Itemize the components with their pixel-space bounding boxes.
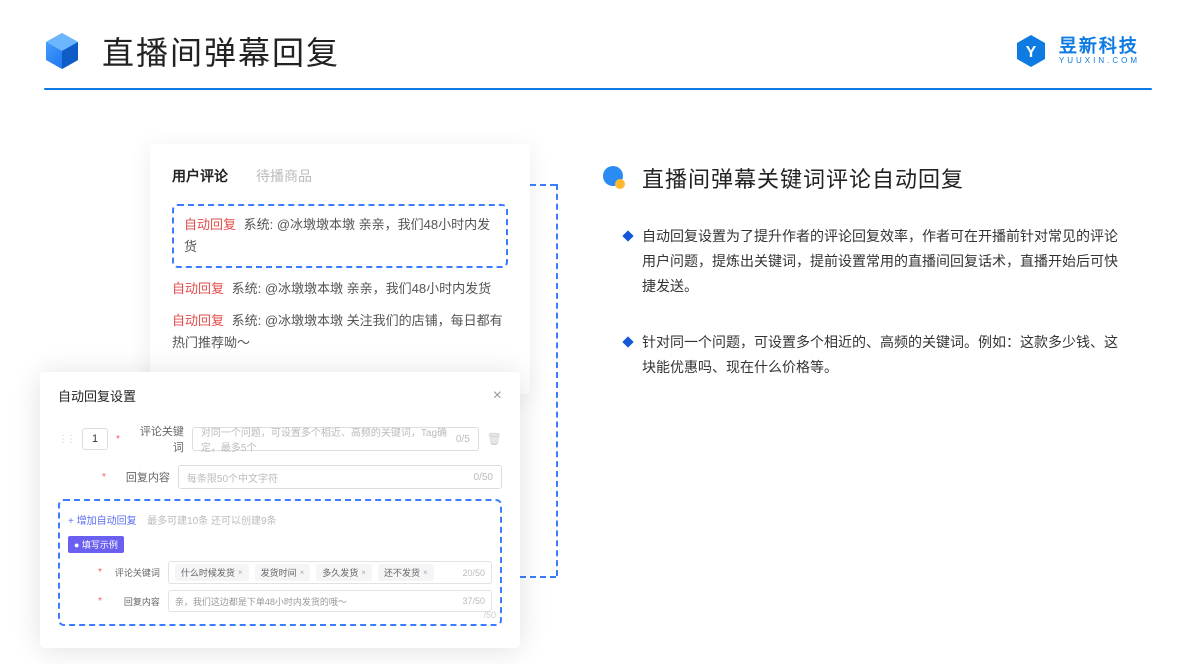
ex-content-text: 亲，我们这边都是下单48小时内发货的哦～ — [175, 595, 347, 608]
comment-row: 自动回复 系统: @冰墩墩本墩 亲亲，我们48小时内发货 — [172, 278, 508, 300]
ex-content-input[interactable]: 亲，我们这边都是下单48小时内发货的哦～ 37/50 — [168, 590, 492, 612]
delete-icon[interactable]: 🗑 — [487, 432, 502, 446]
connector-line — [556, 184, 558, 576]
comment-row: 自动回复 系统: @冰墩墩本墩 亲亲，我们48小时内发货 — [184, 214, 496, 258]
tabs: 用户评论 待播商品 — [172, 166, 508, 186]
tag[interactable]: 多久发货× — [316, 564, 372, 581]
index-box: 1 — [82, 428, 108, 450]
tag-remove-icon: × — [423, 568, 428, 577]
section-head: 直播间弹幕关键词评论自动回复 — [600, 162, 1120, 194]
section-title: 直播间弹幕关键词评论自动回复 — [642, 162, 964, 194]
example-keyword-row: * 评论关键词 什么时候发货× 发货时间× 多久发货× 还不发货× 20/50 — [68, 561, 492, 584]
close-icon[interactable]: × — [493, 387, 502, 405]
brand-text: 昱新科技 YUUXIN.COM — [1059, 37, 1140, 65]
bullet-list: 自动回复设置为了提升作者的评论回复效率，作者可在开播前针对常见的评论用户问题，提… — [624, 224, 1120, 380]
bullet-point: 自动回复设置为了提升作者的评论回复效率，作者可在开播前针对常见的评论用户问题，提… — [624, 224, 1120, 300]
connector-line — [530, 184, 556, 186]
right-panel: 直播间弹幕关键词评论自动回复 自动回复设置为了提升作者的评论回复效率，作者可在开… — [600, 144, 1120, 410]
placeholder-text: 每条限50个中文字符 — [187, 470, 278, 485]
header-left: 直播间弹幕回复 — [40, 28, 340, 74]
diamond-icon — [622, 230, 633, 241]
point-text: 自动回复设置为了提升作者的评论回复效率，作者可在开播前针对常见的评论用户问题，提… — [642, 224, 1120, 300]
comment-row: 自动回复 系统: @冰墩墩本墩 关注我们的店铺，每日都有热门推荐呦～ — [172, 310, 508, 354]
add-row: + 增加自动回复 最多可建10条 还可以创建9条 — [68, 511, 492, 535]
comments-card: 用户评论 待播商品 自动回复 系统: @冰墩墩本墩 亲亲，我们48小时内发货 自… — [150, 144, 530, 394]
tag-remove-icon: × — [300, 568, 305, 577]
required-icon: * — [116, 434, 120, 445]
left-panel: 用户评论 待播商品 自动回复 系统: @冰墩墩本墩 亲亲，我们48小时内发货 自… — [40, 144, 530, 410]
brand: Y 昱新科技 YUUXIN.COM — [1013, 33, 1140, 69]
ex-content-label: 回复内容 — [112, 595, 160, 608]
tab-user-comments[interactable]: 用户评论 — [172, 166, 228, 186]
cube-icon — [40, 29, 84, 73]
keyword-label: 评论关键词 — [130, 423, 184, 455]
example-badge: ● 填写示例 — [68, 536, 124, 553]
ex-keyword-input[interactable]: 什么时候发货× 发货时间× 多久发货× 还不发货× 20/50 — [168, 561, 492, 584]
header-divider — [44, 88, 1152, 90]
auto-reply-badge: 自动回复 — [172, 281, 224, 296]
auto-reply-badge: 自动回复 — [184, 217, 236, 232]
point-text: 针对同一个问题，可设置多个相近的、高频的关键词。例如：这款多少钱、这块能优惠吗、… — [642, 330, 1120, 380]
tag[interactable]: 什么时候发货× — [175, 564, 249, 581]
required-icon: * — [102, 472, 106, 483]
keyword-input[interactable]: 对同一个问题，可设置多个相近、高频的关键词，Tag确定，最多5个 0/5 — [192, 427, 479, 451]
drag-icon[interactable]: ⋮⋮ — [58, 434, 74, 445]
settings-card: 自动回复设置 × ⋮⋮ 1 * 评论关键词 对同一个问题，可设置多个相近、高频的… — [40, 372, 520, 648]
highlighted-comment: 自动回复 系统: @冰墩墩本墩 亲亲，我们48小时内发货 — [172, 204, 508, 268]
required-icon: * — [98, 596, 102, 607]
placeholder-text: 对同一个问题，可设置多个相近、高频的关键词，Tag确定，最多5个 — [201, 424, 456, 454]
ex-keyword-label: 评论关键词 — [112, 566, 160, 579]
example-box: + 增加自动回复 最多可建10条 还可以创建9条 ● 填写示例 * 评论关键词 … — [58, 499, 502, 626]
char-count: 37/50 — [462, 596, 485, 606]
bullet-point: 针对同一个问题，可设置多个相近的、高频的关键词。例如：这款多少钱、这块能优惠吗、… — [624, 330, 1120, 380]
diamond-icon — [622, 336, 633, 347]
required-icon: * — [98, 567, 102, 578]
page-header: 直播间弹幕回复 Y 昱新科技 YUUXIN.COM — [0, 0, 1180, 92]
tag[interactable]: 还不发货× — [378, 564, 434, 581]
auto-reply-badge: 自动回复 — [172, 313, 224, 328]
char-count: 20/50 — [462, 568, 485, 578]
svg-text:Y: Y — [1026, 44, 1037, 61]
comment-text: 系统: @冰墩墩本墩 亲亲，我们48小时内发货 — [232, 281, 492, 296]
content: 用户评论 待播商品 自动回复 系统: @冰墩墩本墩 亲亲，我们48小时内发货 自… — [0, 92, 1180, 410]
content-input[interactable]: 每条限50个中文字符 0/50 — [178, 465, 502, 489]
keyword-row: ⋮⋮ 1 * 评论关键词 对同一个问题，可设置多个相近、高频的关键词，Tag确定… — [58, 423, 502, 455]
settings-header: 自动回复设置 × — [58, 386, 502, 405]
page-title: 直播间弹幕回复 — [102, 28, 340, 74]
content-row: * 回复内容 每条限50个中文字符 0/50 — [58, 465, 502, 489]
bullet-icon — [600, 164, 628, 192]
tag-remove-icon: × — [361, 568, 366, 577]
add-auto-reply-link[interactable]: + 增加自动回复 — [68, 512, 137, 527]
char-count: 0/50 — [474, 472, 493, 483]
settings-title: 自动回复设置 — [58, 386, 136, 405]
content-label: 回复内容 — [116, 469, 170, 485]
example-content-row: * 回复内容 亲，我们这边都是下单48小时内发货的哦～ 37/50 — [68, 590, 492, 612]
tag[interactable]: 发货时间× — [255, 564, 311, 581]
brand-sub: YUUXIN.COM — [1059, 57, 1140, 65]
brand-icon: Y — [1013, 33, 1049, 69]
tab-products[interactable]: 待播商品 — [256, 166, 312, 186]
add-hint: 最多可建10条 还可以创建9条 — [147, 516, 276, 527]
extra-count: /50 — [483, 610, 496, 620]
char-count: 0/5 — [456, 434, 470, 445]
tag-remove-icon: × — [238, 568, 243, 577]
brand-name: 昱新科技 — [1059, 37, 1140, 55]
